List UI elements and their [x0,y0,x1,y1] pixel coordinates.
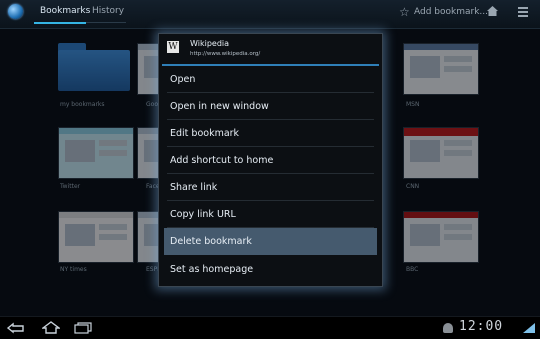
tab-divider [86,22,126,23]
menu-item-label: Set as homepage [170,264,254,275]
grid-item-label: my bookmarks [60,101,105,108]
menu-item-share-link[interactable]: Share link [167,174,374,201]
add-bookmark-button[interactable]: ☆ Add bookmark... [399,5,499,21]
tab-bookmarks[interactable]: Bookmarks [40,6,90,16]
grid-item-label: MSN [406,101,420,108]
menu-item-label: Copy link URL [170,209,236,220]
overflow-menu-icon[interactable] [518,7,528,17]
menu-item-set-as-homepage[interactable]: Set as homepage [167,256,374,282]
bookmark-thumbnail[interactable] [58,211,134,263]
grid-item-label: BBC [406,266,419,273]
action-bar: Bookmarks History ☆ Add bookmark... [0,0,540,29]
menu-item-add-shortcut[interactable]: Add shortcut to home [167,147,374,174]
add-bookmark-label: Add bookmark... [414,7,488,17]
menu-item-label: Open [170,74,196,85]
menu-item-copy-link-url[interactable]: Copy link URL [167,201,374,228]
wikipedia-favicon-icon: W [167,41,179,53]
system-bar: 12:00 [0,316,540,339]
bookmark-title: Wikipedia [190,39,230,48]
menu-item-delete-bookmark[interactable]: Delete bookmark [164,228,377,255]
recent-apps-icon[interactable] [74,322,92,334]
menu-item-edit-bookmark[interactable]: Edit bookmark [167,120,374,147]
wifi-signal-icon[interactable] [523,323,535,333]
bookmark-thumbnail[interactable] [403,211,479,263]
back-icon[interactable] [6,322,26,334]
grid-item-label: CNN [406,183,420,190]
bookmark-thumbnail[interactable] [58,127,134,179]
context-menu-header: W Wikipedia http://www.wikipedia.org/ [159,34,382,64]
grid-item-label: Twitter [60,183,81,190]
menu-item-label: Open in new window [170,101,269,112]
home-icon[interactable] [487,6,498,16]
home-nav-icon[interactable] [42,321,60,334]
menu-item-open-new-window[interactable]: Open in new window [167,93,374,120]
context-menu: W Wikipedia http://www.wikipedia.org/ Op… [158,33,383,287]
android-notification-icon[interactable] [443,323,453,333]
active-tab-indicator [34,22,86,24]
menu-item-label: Add shortcut to home [170,155,274,166]
bookmark-thumbnail[interactable] [403,127,479,179]
menu-item-label: Delete bookmark [170,236,252,247]
browser-globe-icon[interactable] [8,4,23,19]
menu-item-open[interactable]: Open [167,66,374,93]
star-icon: ☆ [399,5,410,19]
grid-item-label: NY times [60,266,87,273]
clock[interactable]: 12:00 [459,319,503,334]
folder-icon[interactable] [58,43,130,91]
bookmark-thumbnail[interactable] [403,43,479,95]
tab-history[interactable]: History [92,6,124,16]
menu-item-label: Share link [170,182,218,193]
menu-item-label: Edit bookmark [170,128,240,139]
bookmark-url: http://www.wikipedia.org/ [190,51,261,57]
